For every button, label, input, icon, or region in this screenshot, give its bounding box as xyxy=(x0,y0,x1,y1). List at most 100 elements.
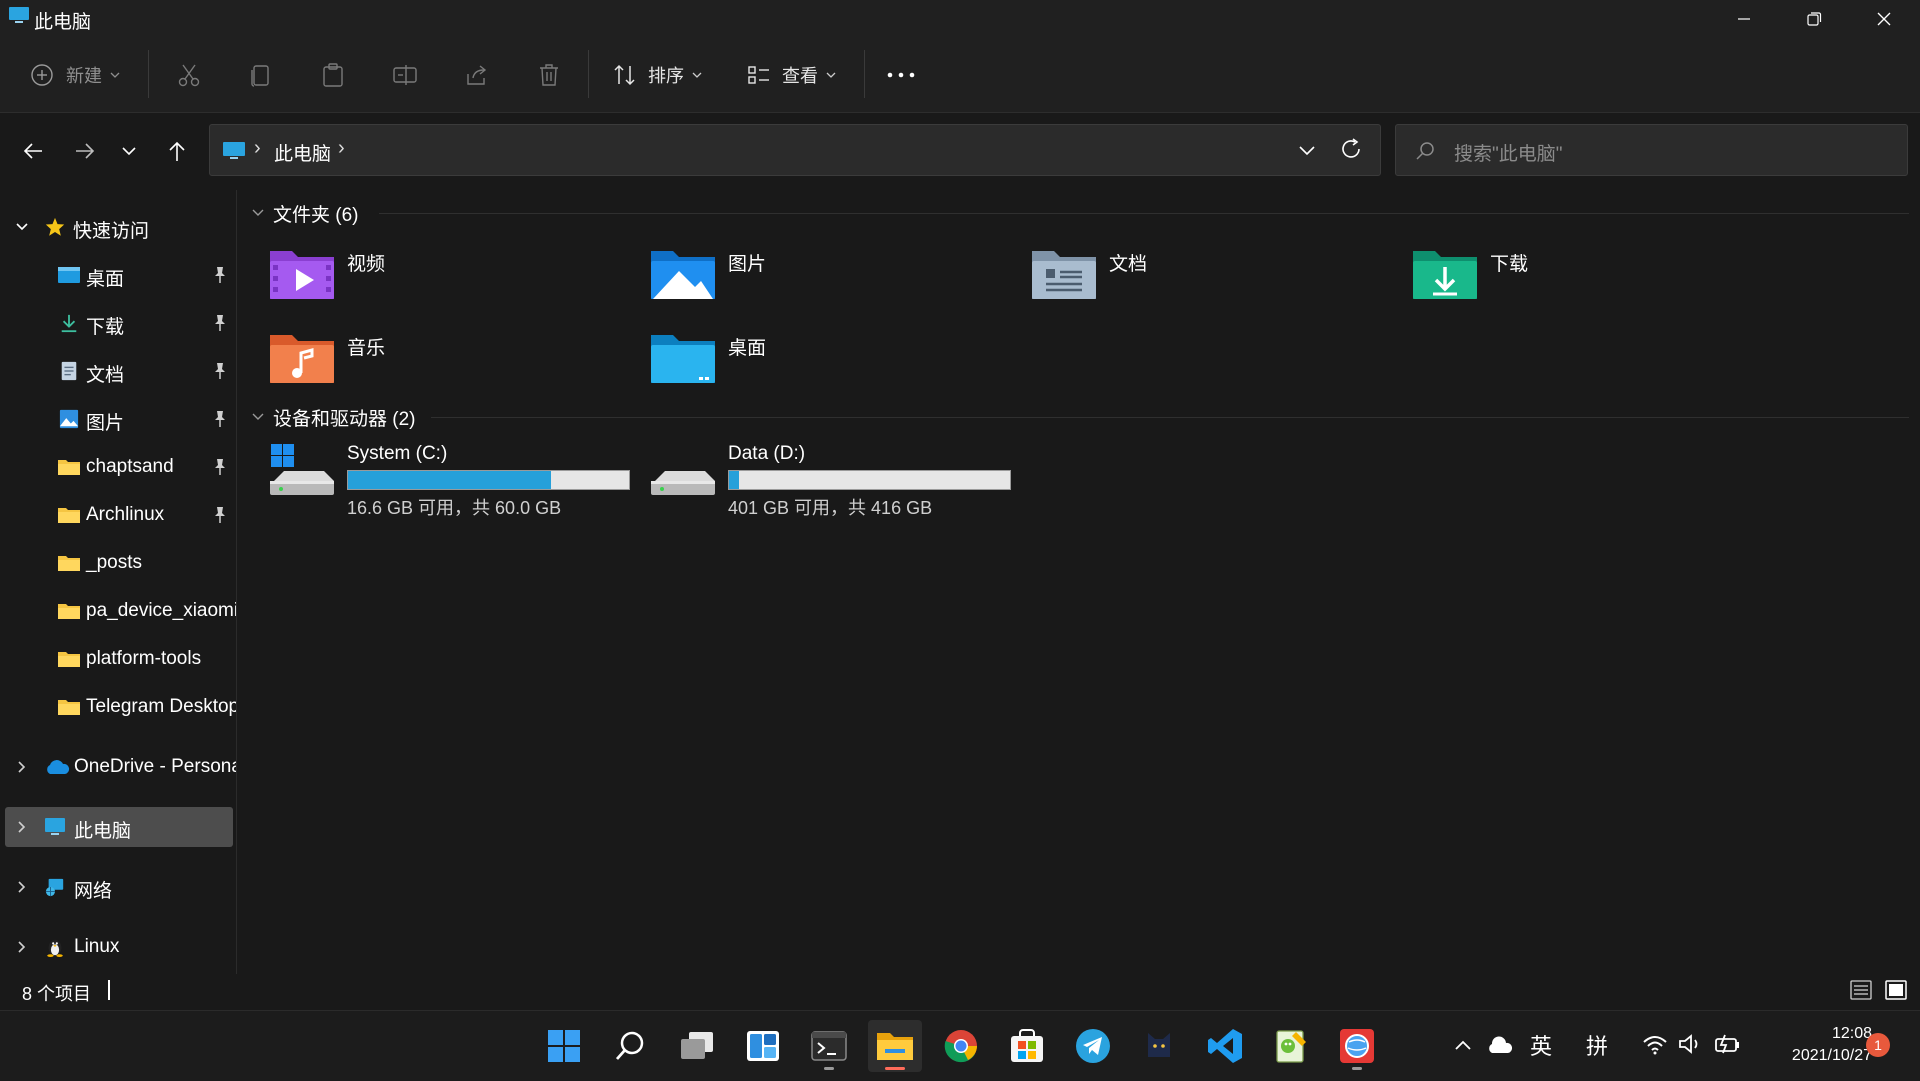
new-button[interactable]: 新建 xyxy=(30,56,122,94)
clock[interactable]: 12:08 2021/10/27 xyxy=(1752,1023,1872,1067)
tux-penguin-icon xyxy=(47,939,63,957)
wifi-icon[interactable] xyxy=(1642,1033,1668,1055)
sidebar-item-telegram-desktop[interactable]: Telegram Desktop xyxy=(0,687,236,727)
sidebar-item-pictures[interactable]: 图片 xyxy=(0,399,236,439)
sidebar-item-label: Archlinux xyxy=(86,504,165,525)
drive-usage-fill xyxy=(729,471,740,489)
folder-label: 图片 xyxy=(728,254,767,275)
breadcrumb-this-pc[interactable]: 此电脑 xyxy=(274,139,331,166)
share-button[interactable] xyxy=(464,56,490,94)
folder-tile-pictures[interactable]: 图片 xyxy=(651,245,1011,317)
folder-tile-downloads[interactable]: 下载 xyxy=(1413,245,1773,317)
active-indicator xyxy=(885,1067,905,1070)
ime-mode-indicator[interactable]: 拼 xyxy=(1586,1029,1608,1061)
up-button[interactable] xyxy=(158,131,196,171)
pin-icon[interactable] xyxy=(212,266,228,284)
recent-locations-button[interactable] xyxy=(110,131,148,171)
rename-button[interactable] xyxy=(392,56,418,94)
folder-icon xyxy=(58,508,80,523)
breadcrumb-expand[interactable]: › xyxy=(338,137,345,160)
sort-icon xyxy=(614,64,635,86)
folder-tile-videos[interactable]: 视频 xyxy=(270,245,630,317)
folder-tile-documents[interactable]: 文档 xyxy=(1032,245,1392,317)
onedrive-cloud-icon[interactable] xyxy=(1486,1035,1514,1055)
delete-button[interactable] xyxy=(536,56,562,94)
sidebar-item-chaptsand[interactable]: chaptsand xyxy=(0,447,236,487)
refresh-icon[interactable] xyxy=(1339,137,1363,161)
tiles-view-icon[interactable] xyxy=(1884,978,1908,1002)
search-box[interactable]: 搜索"此电脑" xyxy=(1395,124,1908,176)
folders-group-header[interactable]: 文件夹 (6) xyxy=(251,198,1911,228)
task-view-button[interactable] xyxy=(670,1020,724,1072)
chevron-right-icon[interactable] xyxy=(14,759,30,775)
drive-tile-d[interactable]: Data (D:) 401 GB 可用，共 416 GB xyxy=(651,443,1031,523)
sidebar-item-platform-tools[interactable]: platform-tools xyxy=(0,639,236,679)
widgets-icon xyxy=(747,1031,779,1061)
start-button[interactable] xyxy=(537,1020,591,1072)
document-icon xyxy=(61,361,77,381)
terminal-button[interactable] xyxy=(802,1020,856,1072)
chevron-right-icon[interactable] xyxy=(14,939,30,955)
folder-tile-desktop[interactable]: 桌面 xyxy=(651,329,1011,401)
copy-button[interactable] xyxy=(248,56,274,94)
folder-label: 音乐 xyxy=(347,338,386,359)
chevron-down-icon[interactable] xyxy=(14,219,30,235)
pin-icon[interactable] xyxy=(212,506,228,524)
microsoft-store-button[interactable] xyxy=(1000,1020,1054,1072)
chevron-up-icon[interactable] xyxy=(1453,1037,1473,1053)
notification-badge[interactable]: 1 xyxy=(1866,1033,1890,1057)
vscode-button[interactable] xyxy=(1198,1020,1252,1072)
notepad-app-button[interactable] xyxy=(1264,1020,1318,1072)
sort-button[interactable]: 排序 xyxy=(612,56,704,94)
sidebar-item-posts[interactable]: _posts xyxy=(0,543,236,583)
this-pc-icon xyxy=(9,7,29,23)
folder-tile-music[interactable]: 音乐 xyxy=(270,329,630,401)
sidebar-item-this-pc[interactable]: 此电脑 xyxy=(0,807,236,847)
drives-group-header[interactable]: 设备和驱动器 (2) xyxy=(251,402,1911,432)
close-button[interactable] xyxy=(1849,0,1919,38)
taskbar-search-button[interactable] xyxy=(603,1020,657,1072)
sidebar-item-network[interactable]: 网络 xyxy=(0,867,236,907)
pin-icon[interactable] xyxy=(212,458,228,476)
address-bar[interactable]: › 此电脑 › xyxy=(209,124,1381,176)
chevron-right-icon[interactable] xyxy=(14,879,30,895)
trash-icon xyxy=(540,64,558,86)
pin-icon[interactable] xyxy=(212,314,228,332)
sidebar-item-quick-access[interactable]: 快速访问 xyxy=(0,207,236,247)
pin-icon[interactable] xyxy=(212,362,228,380)
drive-icon xyxy=(651,471,715,495)
view-button[interactable]: 查看 xyxy=(746,56,838,94)
folder-icon xyxy=(58,700,80,715)
clash-app-button[interactable] xyxy=(1330,1020,1384,1072)
sidebar-item-linux[interactable]: Linux xyxy=(0,927,236,967)
sidebar-item-downloads[interactable]: 下载 xyxy=(0,303,236,343)
ime-language-indicator[interactable]: 英 xyxy=(1530,1029,1552,1061)
address-dropdown-icon[interactable] xyxy=(1296,139,1318,161)
file-explorer-button[interactable] xyxy=(868,1020,922,1072)
cat-app-button[interactable] xyxy=(1132,1020,1186,1072)
arrow-right-icon xyxy=(76,143,95,159)
restore-button[interactable] xyxy=(1779,0,1849,38)
more-options-button[interactable] xyxy=(886,56,916,94)
drive-tile-c[interactable]: System (C:) 16.6 GB 可用，共 60.0 GB xyxy=(270,443,650,523)
item-count: 8 个项目 xyxy=(22,984,92,1004)
paste-button[interactable] xyxy=(320,56,346,94)
battery-charging-icon[interactable] xyxy=(1713,1033,1741,1055)
back-button[interactable] xyxy=(14,131,52,171)
telegram-button[interactable] xyxy=(1066,1020,1120,1072)
widgets-button[interactable] xyxy=(736,1020,790,1072)
sidebar-item-onedrive[interactable]: OneDrive - Personal xyxy=(0,747,236,787)
sidebar-item-documents[interactable]: 文档 xyxy=(0,351,236,391)
sidebar-item-archlinux[interactable]: Archlinux xyxy=(0,495,236,535)
desktop-folder-icon xyxy=(651,335,715,383)
chevron-right-icon[interactable] xyxy=(14,819,30,835)
chrome-button[interactable] xyxy=(934,1020,988,1072)
pin-icon[interactable] xyxy=(212,410,228,428)
volume-icon[interactable] xyxy=(1677,1033,1703,1055)
sidebar-item-pa-device-xiaomi[interactable]: pa_device_xiaomi xyxy=(0,591,236,631)
minimize-button[interactable] xyxy=(1709,0,1779,38)
forward-button[interactable] xyxy=(66,131,104,171)
sidebar-item-desktop[interactable]: 桌面 xyxy=(0,255,236,295)
cut-button[interactable] xyxy=(176,56,202,94)
details-view-icon[interactable] xyxy=(1849,978,1873,1002)
